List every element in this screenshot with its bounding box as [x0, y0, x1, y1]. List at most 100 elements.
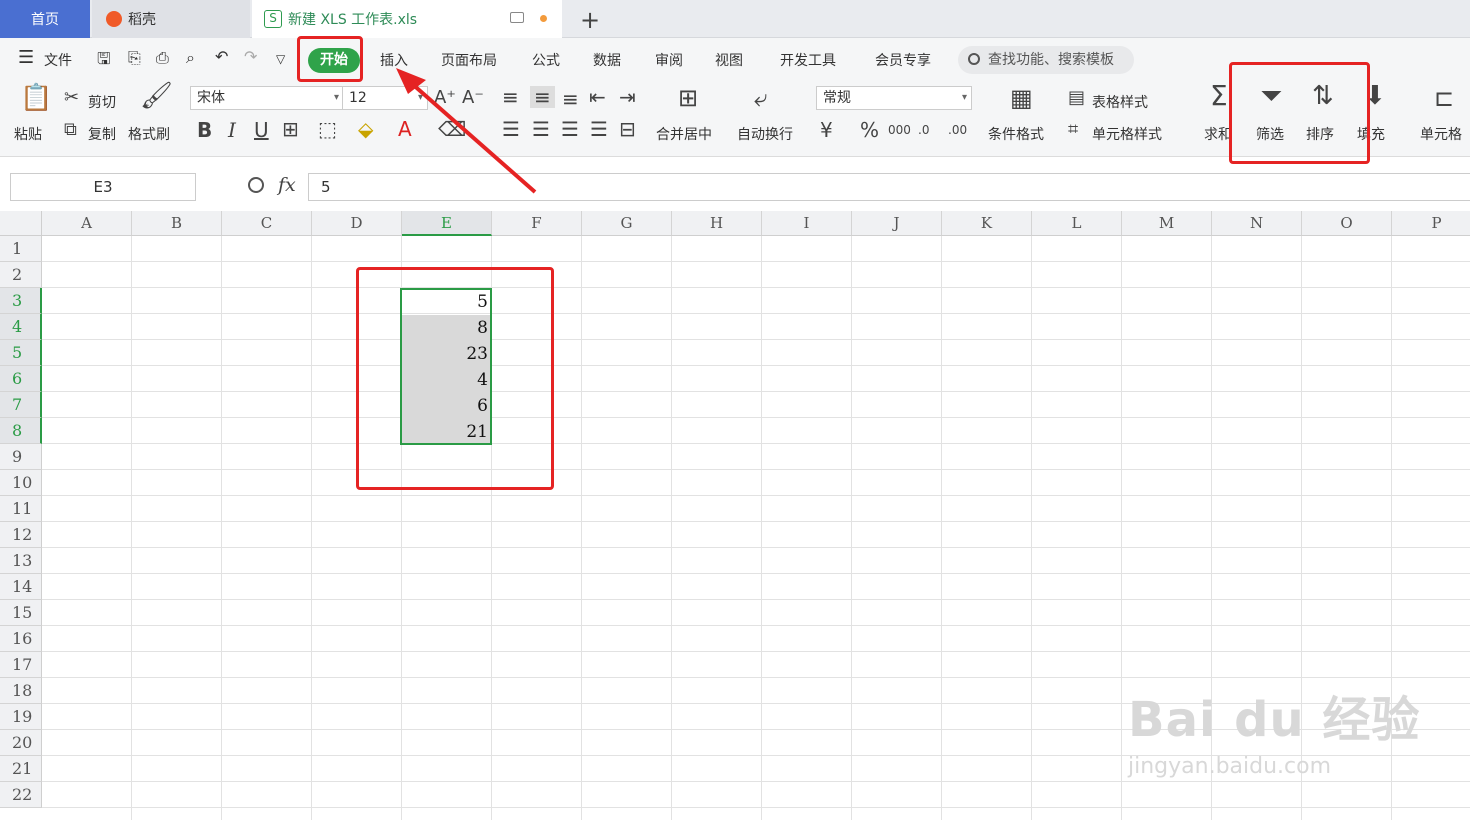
sort-button[interactable]: 排序 — [1306, 124, 1334, 144]
conditional-format-icon[interactable]: ▦ — [1010, 86, 1033, 110]
scissors-icon[interactable]: ✂ — [64, 88, 79, 108]
align-middle-icon[interactable]: ≡ — [530, 86, 555, 108]
font-size-select[interactable]: 12 ▾ — [342, 86, 428, 110]
column-header-a[interactable]: A — [42, 211, 132, 236]
column-header-h[interactable]: H — [672, 211, 762, 236]
eraser-icon[interactable]: ⌫ — [438, 119, 466, 139]
column-header-b[interactable]: B — [132, 211, 222, 236]
column-header-i[interactable]: I — [762, 211, 852, 236]
row-header-14[interactable]: 14 — [0, 574, 42, 600]
table-style-icon[interactable]: ▤ — [1068, 88, 1085, 108]
menu-start[interactable]: 开始 — [308, 48, 360, 73]
column-header-e[interactable]: E — [402, 211, 492, 236]
menu-review[interactable]: 审阅 — [655, 50, 683, 70]
name-box[interactable]: E3 — [10, 173, 196, 201]
merge-center-icon[interactable]: ⊞ — [678, 86, 698, 110]
format-painter-icon[interactable]: 🖌 — [140, 83, 173, 109]
sum-button[interactable]: 求和 — [1204, 124, 1232, 144]
column-header-l[interactable]: L — [1032, 211, 1122, 236]
formula-input[interactable]: 5 — [308, 173, 1470, 201]
row-header-6[interactable]: 6 — [0, 366, 42, 392]
row-header-13[interactable]: 13 — [0, 548, 42, 574]
wrap-text-button[interactable]: 自动换行 — [737, 124, 793, 144]
bold-icon[interactable]: B — [197, 120, 212, 140]
cell-e5[interactable]: 23 — [401, 341, 492, 367]
cell-style-icon[interactable]: ⌗ — [1068, 120, 1078, 140]
print-icon[interactable]: ⎙ — [156, 48, 169, 68]
indent-increase-icon[interactable]: ⇥ — [619, 87, 636, 107]
row-header-4[interactable]: 4 — [0, 314, 42, 340]
tab-daoke[interactable]: 稻壳 — [92, 0, 250, 38]
more-dropdown-icon[interactable]: ▽ — [276, 52, 285, 66]
decrease-decimal-icon[interactable]: .00 — [948, 120, 967, 140]
font-grow-icon[interactable]: A⁺ — [434, 88, 456, 108]
tab-home[interactable]: 首页 — [0, 0, 90, 38]
align-left-icon[interactable]: ☰ — [502, 119, 520, 139]
menu-developer[interactable]: 开发工具 — [780, 50, 836, 70]
column-header-d[interactable]: D — [312, 211, 402, 236]
distribute-icon[interactable]: ⊟ — [619, 119, 636, 139]
cell-e4[interactable]: 8 — [401, 315, 492, 341]
row-header-12[interactable]: 12 — [0, 522, 42, 548]
cell-icon[interactable]: ⊏ — [1434, 86, 1454, 110]
thousands-icon[interactable]: 000 — [888, 120, 911, 140]
justify-icon[interactable]: ☰ — [590, 119, 608, 139]
cut-button[interactable]: 剪切 — [88, 92, 116, 112]
paste-button[interactable]: 粘贴 — [14, 124, 42, 144]
menu-data[interactable]: 数据 — [593, 50, 621, 70]
italic-icon[interactable]: I — [228, 120, 236, 140]
filter-button[interactable]: 筛选 — [1256, 124, 1284, 144]
border-icon[interactable]: ⊞ — [282, 119, 299, 139]
column-header-n[interactable]: N — [1212, 211, 1302, 236]
cell-e6[interactable]: 4 — [401, 367, 492, 393]
cell-e8[interactable]: 21 — [401, 419, 492, 445]
undo-icon[interactable]: ↶ — [215, 47, 228, 66]
row-header-11[interactable]: 11 — [0, 496, 42, 522]
export-icon[interactable]: ⎘ — [128, 48, 141, 68]
row-header-20[interactable]: 20 — [0, 730, 42, 756]
cell-e3[interactable]: 5 — [401, 289, 492, 315]
new-tab-button[interactable]: + — [580, 6, 600, 34]
row-header-3[interactable]: 3 — [0, 288, 42, 314]
menu-file[interactable]: 文件 — [44, 50, 72, 70]
indent-decrease-icon[interactable]: ⇤ — [589, 87, 606, 107]
row-header-15[interactable]: 15 — [0, 600, 42, 626]
cell-style-button[interactable]: 单元格样式 — [1092, 124, 1162, 144]
align-right-icon[interactable]: ☰ — [561, 119, 579, 139]
row-header-8[interactable]: 8 — [0, 418, 42, 444]
row-header-10[interactable]: 10 — [0, 470, 42, 496]
align-center-icon[interactable]: ☰ — [532, 119, 550, 139]
menu-insert[interactable]: 插入 — [380, 50, 408, 70]
row-header-22[interactable]: 22 — [0, 782, 42, 808]
currency-icon[interactable]: ¥ — [820, 120, 833, 140]
merge-center-button[interactable]: 合并居中 — [656, 124, 712, 144]
column-header-j[interactable]: J — [852, 211, 942, 236]
monitor-icon[interactable] — [510, 12, 524, 23]
column-header-c[interactable]: C — [222, 211, 312, 236]
row-header-18[interactable]: 18 — [0, 678, 42, 704]
save-icon[interactable]: 🖫 — [97, 48, 111, 75]
font-shrink-icon[interactable]: A⁻ — [462, 88, 484, 108]
redo-icon[interactable]: ↷ — [244, 47, 257, 66]
percent-icon[interactable]: % — [860, 120, 879, 140]
select-all-corner[interactable] — [0, 211, 42, 236]
table-style-button[interactable]: 表格样式 — [1092, 92, 1148, 112]
row-header-2[interactable]: 2 — [0, 262, 42, 288]
menu-page-layout[interactable]: 页面布局 — [441, 50, 497, 70]
column-header-o[interactable]: O — [1302, 211, 1392, 236]
menu-member[interactable]: 会员专享 — [875, 50, 931, 70]
column-header-k[interactable]: K — [942, 211, 1032, 236]
row-header-1[interactable]: 1 — [0, 236, 42, 262]
highlight-icon[interactable]: ⬙ — [358, 119, 373, 139]
copy-button[interactable]: 复制 — [88, 124, 116, 144]
row-header-19[interactable]: 19 — [0, 704, 42, 730]
align-bottom-icon[interactable]: ≡ — [562, 89, 579, 109]
font-color-icon[interactable]: A — [398, 119, 412, 139]
cell-e7[interactable]: 6 — [401, 393, 492, 419]
zoom-icon[interactable] — [248, 177, 264, 193]
column-header-p[interactable]: P — [1392, 211, 1470, 236]
wrap-text-icon[interactable]: ⤶ — [754, 86, 767, 110]
sort-icon[interactable]: ⇅ — [1312, 83, 1334, 109]
cell-button[interactable]: 单元格 — [1420, 124, 1462, 144]
row-header-21[interactable]: 21 — [0, 756, 42, 782]
